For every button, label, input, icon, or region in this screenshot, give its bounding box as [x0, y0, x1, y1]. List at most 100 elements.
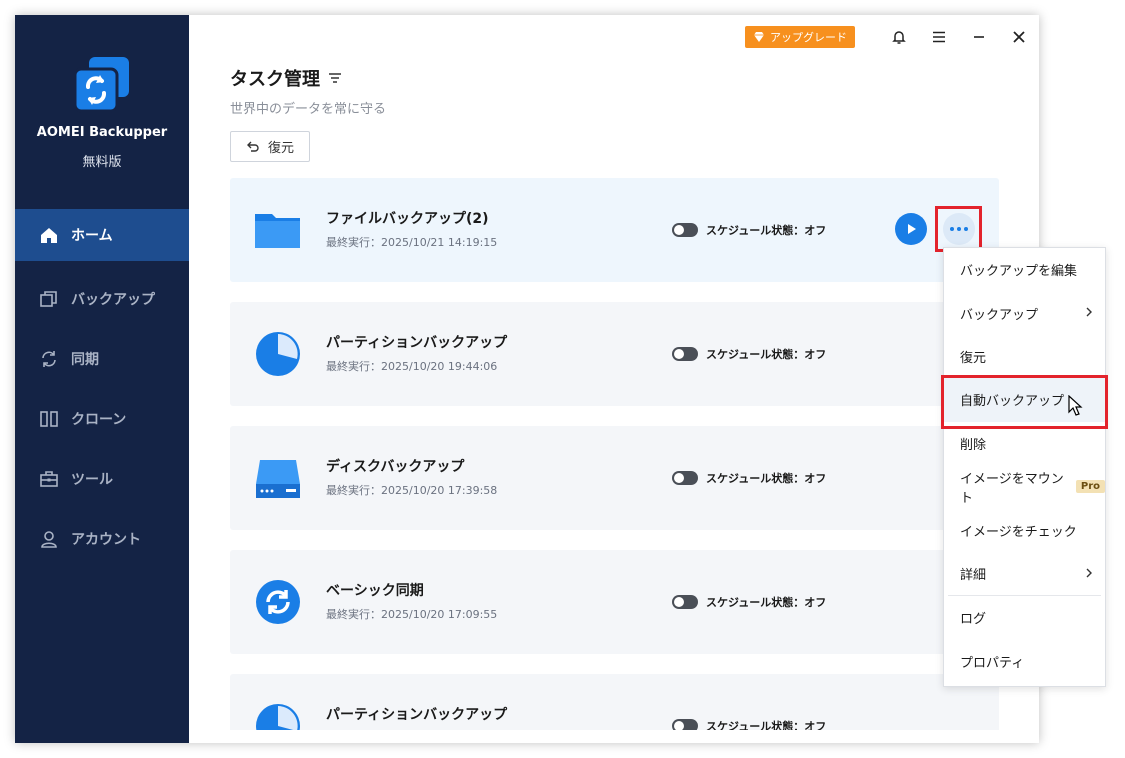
hamburger-icon [933, 31, 945, 43]
disk-icon [256, 460, 300, 498]
menu-item-details[interactable]: 詳細 [944, 552, 1105, 595]
task-name: ベーシック同期 [326, 583, 424, 599]
schedule-label: スケジュール状態：オフ [706, 224, 827, 237]
menu-item-label: ログ [960, 612, 987, 628]
sidebar-item-label: 同期 [71, 352, 99, 368]
schedule-label: スケジュール状態：オフ [706, 472, 827, 485]
page-subtitle: 世界中のデータを常に守る [230, 102, 387, 117]
more-options-button[interactable] [943, 213, 975, 245]
minimize-button[interactable] [959, 23, 999, 51]
menu-item-backup[interactable]: バックアップ [944, 291, 1105, 334]
task-card[interactable]: パーティションバックアップ 最終実行：2025/10/20 19:44:06 ス… [230, 302, 999, 406]
upgrade-button[interactable]: アップグレード [745, 26, 855, 48]
sidebar-item-label: ホーム [71, 228, 113, 244]
schedule-label: スケジュール状態：オフ [706, 720, 827, 730]
page-header: タスク管理 [230, 65, 342, 91]
task-card[interactable]: ベーシック同期 最終実行：2025/10/20 17:09:55 スケジュール状… [230, 550, 999, 654]
menu-item-label: イメージをマウント [960, 471, 1064, 506]
restore-label: 復元 [267, 141, 294, 156]
app-edition: 無料版 [82, 155, 122, 170]
title-bar: アップグレード [745, 23, 1039, 51]
task-last-run: 最終実行：2025/10/20 17:39:58 [326, 484, 498, 497]
app-window: AOMEI Backupper 無料版 ホーム バックアップ 同期 クローン ツ… [15, 15, 1039, 743]
schedule-toggle[interactable] [672, 595, 698, 609]
sidebar-item-sync[interactable]: 同期 [15, 329, 189, 389]
menu-item-label: イメージをチェック [960, 524, 1077, 540]
menu-item-log[interactable]: ログ [944, 596, 1105, 639]
menu-item-properties[interactable]: プロパティ [944, 640, 1105, 683]
menu-item-auto-backup[interactable]: 自動バックアップ [944, 378, 1105, 422]
schedule-status: スケジュール状態：オフ [672, 718, 826, 730]
menu-item-mount-image[interactable]: イメージをマウント Pro [944, 465, 1105, 508]
schedule-label: スケジュール状態：オフ [706, 596, 827, 609]
task-list: ファイルバックアップ(2) 最終実行：2025/10/21 14:19:15 ス… [230, 178, 999, 730]
task-last-run: 最終実行：2025/10/21 14:19:15 [326, 236, 498, 249]
pro-badge: Pro [1075, 480, 1105, 494]
sidebar-item-backup[interactable]: バックアップ [15, 269, 189, 329]
menu-item-restore[interactable]: 復元 [944, 335, 1105, 378]
partition-icon [256, 332, 300, 376]
schedule-toggle[interactable] [672, 719, 698, 730]
schedule-status: スケジュール状態：オフ [672, 346, 826, 362]
sidebar-item-label: ツール [71, 472, 113, 488]
task-name: パーティションバックアップ [326, 335, 508, 351]
task-card[interactable]: ディスクバックアップ 最終実行：2025/10/20 17:39:58 スケジュ… [230, 426, 999, 530]
schedule-toggle[interactable] [672, 471, 698, 485]
backup-icon [40, 291, 57, 307]
page-title: タスク管理 [230, 69, 320, 90]
task-last-run: 最終実行：2025/10/20 19:44:06 [326, 360, 498, 373]
task-name: パーティションバックアップ [326, 707, 508, 723]
close-button[interactable] [999, 23, 1039, 51]
sidebar-item-clone[interactable]: クローン [15, 389, 189, 449]
notification-button[interactable] [879, 23, 919, 51]
more-icon [950, 227, 968, 231]
menu-item-check-image[interactable]: イメージをチェック [944, 508, 1105, 551]
play-icon [908, 224, 916, 234]
menu-button[interactable] [919, 23, 959, 51]
sidebar-item-account[interactable]: アカウント [15, 509, 189, 569]
sidebar: AOMEI Backupper 無料版 ホーム バックアップ 同期 クローン ツ… [15, 15, 189, 743]
undo-icon [246, 141, 259, 152]
app-name: AOMEI Backupper [36, 125, 168, 140]
task-name: ディスクバックアップ [326, 459, 465, 475]
sync-icon [256, 580, 300, 624]
tools-icon [40, 471, 58, 487]
menu-item-delete[interactable]: 削除 [944, 422, 1105, 465]
restore-button[interactable]: 復元 [230, 131, 310, 162]
sidebar-item-label: クローン [71, 412, 127, 428]
menu-item-edit-backup[interactable]: バックアップを編集 [944, 248, 1105, 291]
task-last-run: 最終実行：2025/10/20 17:09:55 [326, 608, 498, 621]
schedule-label: スケジュール状態：オフ [706, 348, 827, 361]
close-icon [1013, 31, 1025, 43]
task-card[interactable]: パーティションバックアップ スケジュール状態：オフ [230, 674, 999, 730]
schedule-status: スケジュール状態：オフ [672, 594, 826, 610]
chevron-right-icon [1086, 307, 1092, 317]
clone-icon [40, 411, 58, 427]
task-name: ファイルバックアップ(2) [326, 211, 489, 227]
filter-icon[interactable] [328, 71, 342, 85]
schedule-status: スケジュール状態：オフ [672, 222, 826, 238]
sync-icon [42, 351, 56, 367]
sidebar-item-tools[interactable]: ツール [15, 449, 189, 509]
menu-item-label: 詳細 [960, 567, 987, 583]
menu-item-label: プロパティ [960, 655, 1025, 671]
schedule-toggle[interactable] [672, 223, 698, 237]
sidebar-nav: ホーム バックアップ 同期 クローン ツール アカウント [15, 209, 189, 569]
task-card[interactable]: ファイルバックアップ(2) 最終実行：2025/10/21 14:19:15 ス… [230, 178, 999, 282]
sidebar-item-label: アカウント [71, 532, 141, 548]
menu-item-label: 復元 [960, 350, 987, 366]
menu-item-label: 自動バックアップ [960, 394, 1065, 410]
home-icon [41, 228, 57, 243]
chevron-right-icon [1086, 568, 1092, 578]
menu-item-label: バックアップを編集 [960, 264, 1078, 280]
schedule-toggle[interactable] [672, 347, 698, 361]
minimize-icon [974, 36, 984, 38]
sidebar-item-label: バックアップ [71, 292, 155, 308]
app-logo-icon [73, 57, 129, 113]
menu-item-label: バックアップ [960, 307, 1039, 323]
run-task-button[interactable] [895, 213, 927, 245]
account-icon [41, 531, 57, 548]
context-menu: バックアップを編集 バックアップ 復元 自動バックアップ 削除 イメージをマウン… [943, 247, 1106, 687]
diamond-icon [754, 32, 764, 42]
sidebar-item-home[interactable]: ホーム [15, 209, 189, 261]
